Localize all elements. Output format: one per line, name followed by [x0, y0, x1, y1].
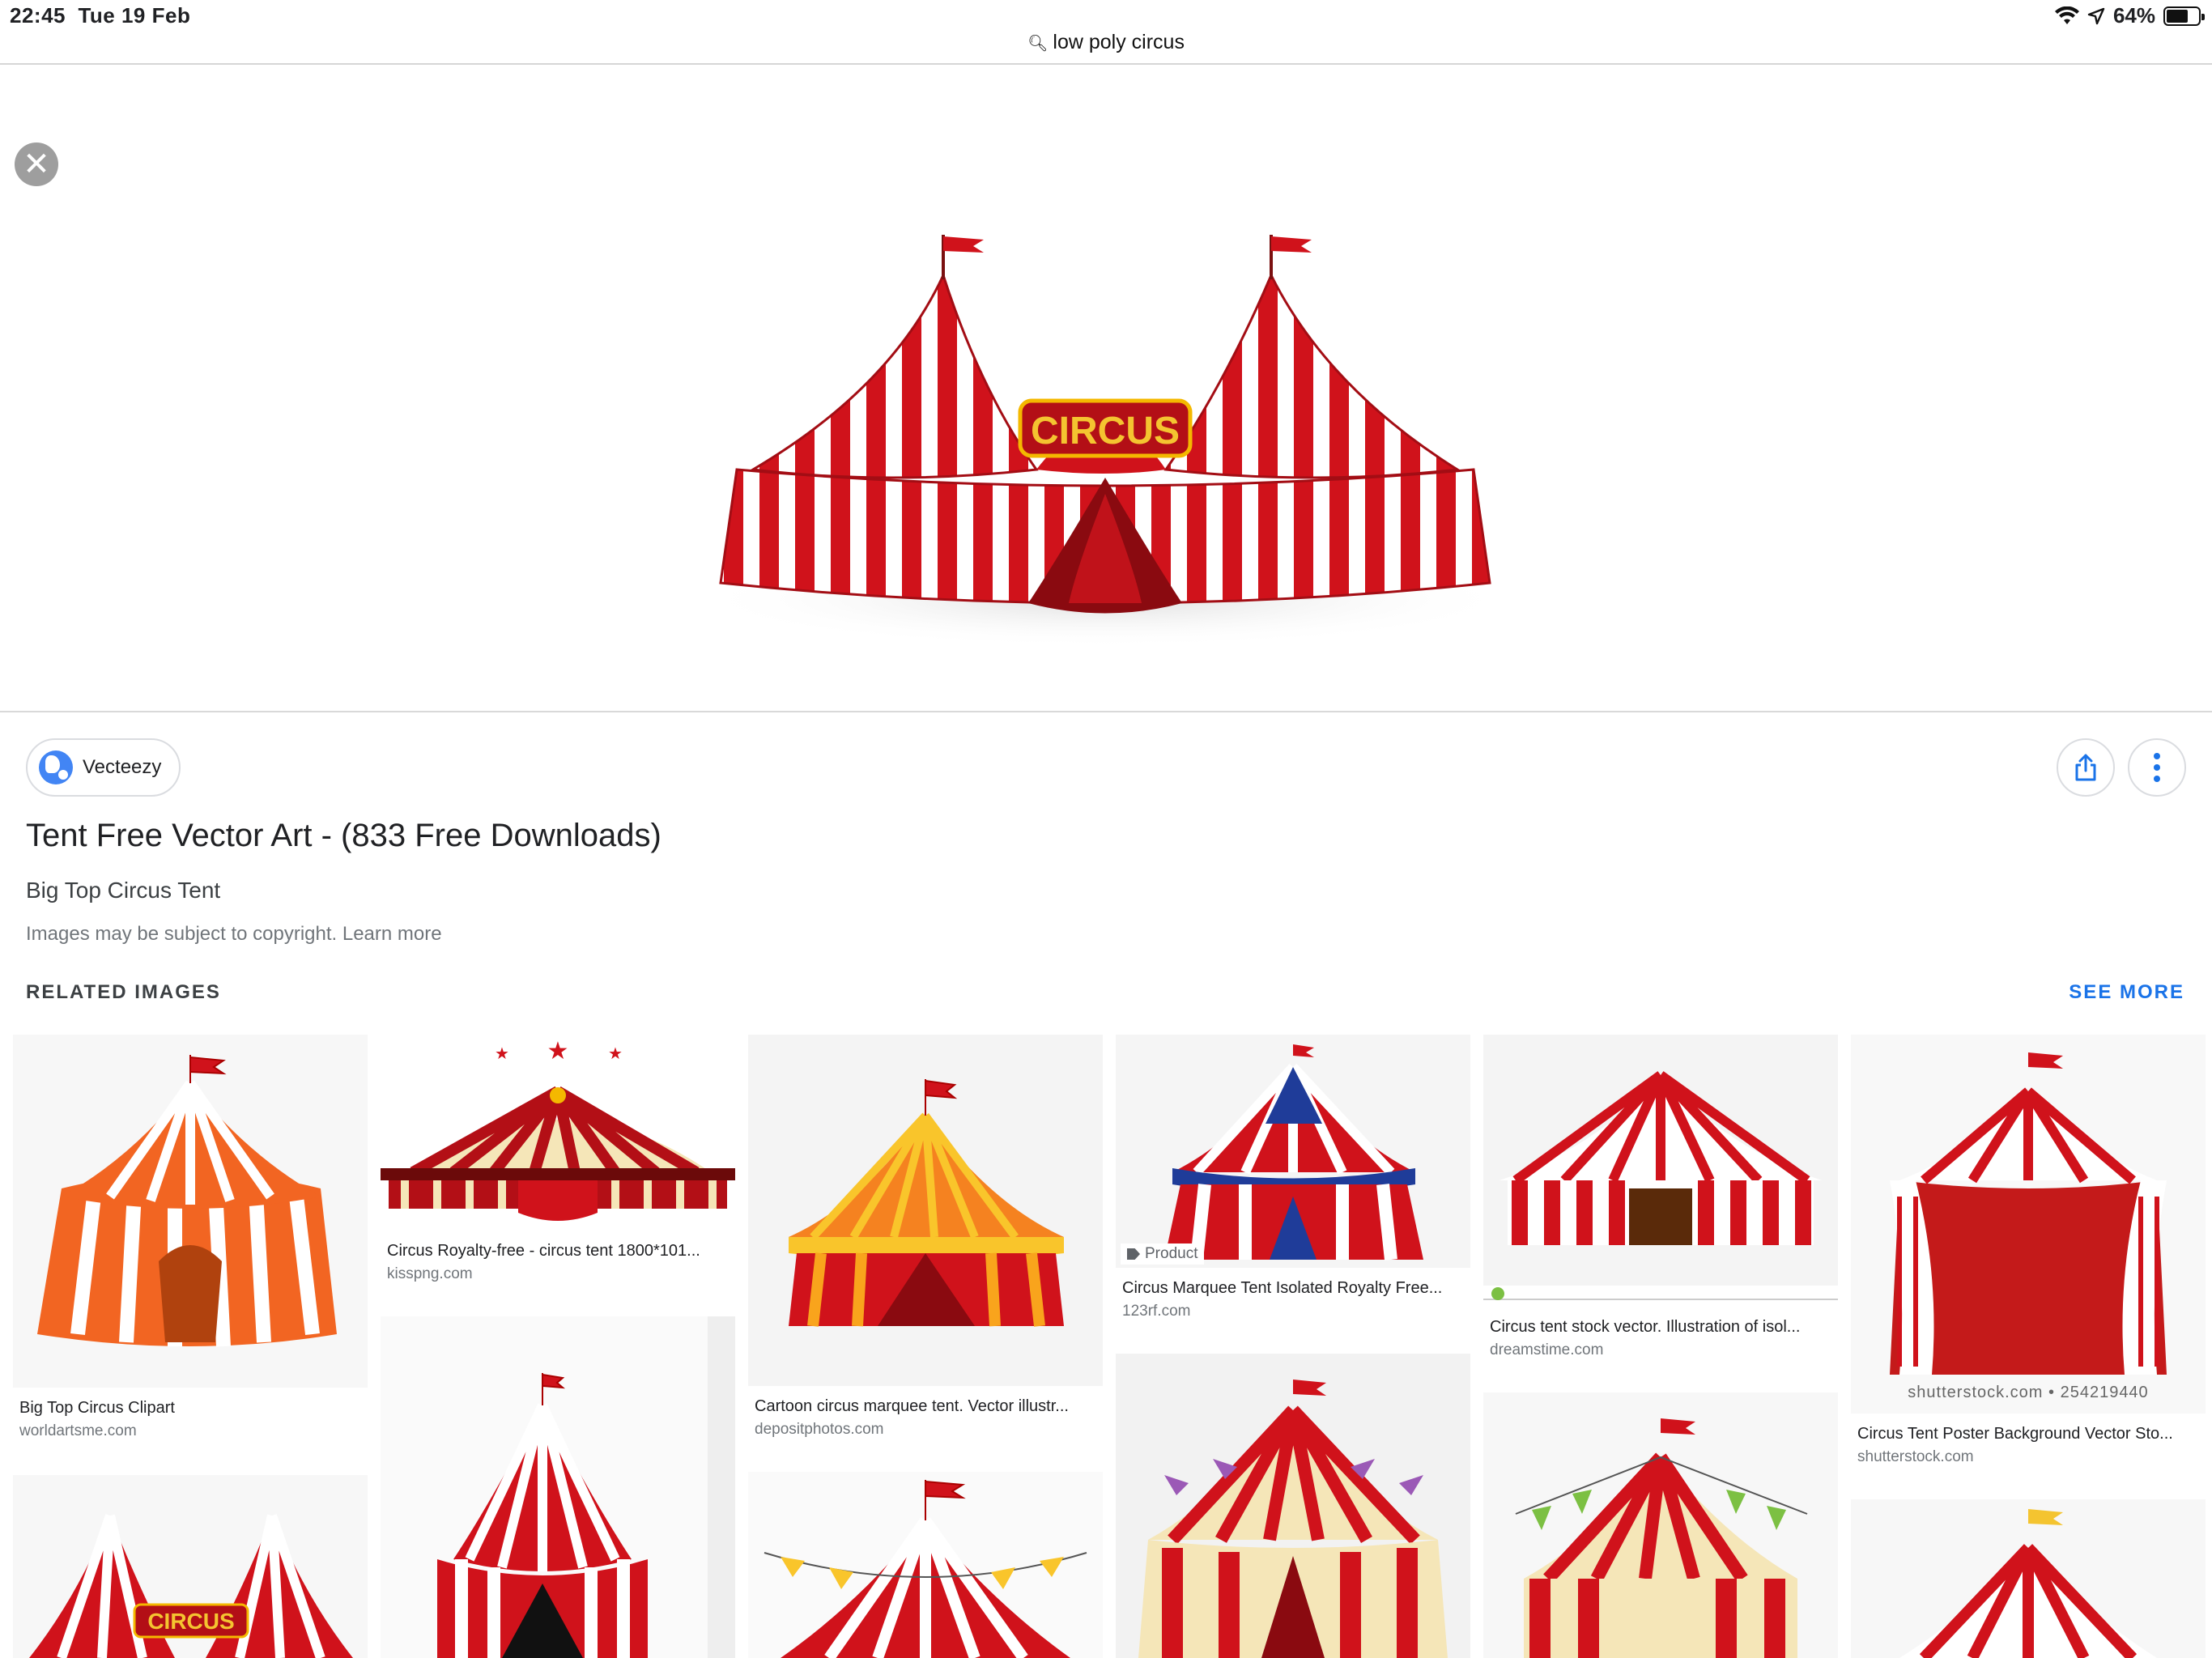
related-image-card[interactable]: Big Top Circus Clipart worldartsme.com — [13, 1035, 368, 1440]
result-subtitle: Big Top Circus Tent — [26, 878, 221, 903]
product-badge-label: Product — [1145, 1245, 1198, 1262]
svg-text:★: ★ — [547, 1038, 569, 1065]
circus-sign-text: CIRCUS — [1031, 410, 1180, 453]
related-sign-text: CIRCUS — [147, 1609, 234, 1634]
related-thumbnail — [1164, 1043, 1423, 1261]
related-image-card[interactable] — [748, 1472, 1103, 1658]
share-button[interactable] — [2057, 738, 2115, 797]
related-domain: 123rf.com — [1122, 1303, 1191, 1320]
battery-icon — [2163, 6, 2205, 26]
share-icon — [2075, 754, 2096, 781]
status-bar: 22:45 Tue 19 Feb 64% 🔍︎ low poly circus — [0, 0, 2212, 65]
related-image-card[interactable] — [381, 1316, 735, 1658]
related-thumbnail — [1138, 1378, 1448, 1658]
location-arrow-icon — [2087, 7, 2105, 24]
related-image-card[interactable] — [1851, 1499, 2206, 1658]
search-query: low poly circus — [1053, 31, 1185, 53]
svg-text:★: ★ — [608, 1045, 623, 1063]
related-thumbnail — [1515, 1417, 1808, 1658]
see-more-link[interactable]: SEE MORE — [2069, 981, 2184, 1004]
source-name: Vecteezy — [83, 756, 162, 778]
more-vert-icon — [2154, 753, 2160, 782]
related-image-card[interactable]: CIRCUS — [13, 1475, 368, 1658]
image-viewer: ✕ CIRCUS — [0, 65, 2212, 712]
related-domain: kisspng.com — [387, 1265, 473, 1282]
related-image-card[interactable] — [1116, 1354, 1470, 1658]
circus-tent-image[interactable]: CIRCUS — [688, 227, 1522, 696]
related-thumbnail — [789, 1079, 1064, 1327]
image-watermark: shutterstock.com • 254219440 — [1908, 1384, 2149, 1401]
related-image-card[interactable]: shutterstock.com • 254219440 Circus Tent… — [1851, 1035, 2206, 1466]
status-time: 22:45 — [10, 3, 66, 28]
status-time-date: 22:45 Tue 19 Feb — [10, 3, 190, 28]
wifi-icon — [2054, 6, 2079, 24]
related-caption: Circus Tent Poster Background Vector Sto… — [1857, 1425, 2173, 1443]
related-caption: Big Top Circus Clipart — [19, 1399, 175, 1417]
related-image-card[interactable]: ★ ★ ★ Circus Royalty-free - circus tent … — [381, 1035, 735, 1283]
related-thumbnail: CIRCUS — [29, 1514, 353, 1658]
more-options-button[interactable] — [2128, 738, 2186, 797]
related-image-card[interactable] — [1483, 1392, 1838, 1658]
close-viewer-button[interactable]: ✕ — [15, 142, 58, 186]
related-domain: shutterstock.com — [1857, 1448, 1974, 1465]
related-thumbnail — [1483, 1071, 1838, 1307]
related-image-card[interactable]: Product Circus Marquee Tent Isolated Roy… — [1116, 1035, 1470, 1320]
tag-icon — [1127, 1248, 1140, 1260]
globe-icon — [39, 750, 73, 784]
related-caption: Cartoon circus marquee tent. Vector illu… — [755, 1397, 1069, 1415]
related-thumbnail: ★ ★ ★ — [381, 1038, 735, 1221]
svg-text:★: ★ — [495, 1045, 509, 1063]
product-badge: Product — [1121, 1244, 1205, 1265]
status-indicators: 64% — [2054, 3, 2205, 28]
related-thumbnail — [764, 1480, 1087, 1658]
related-domain: worldartsme.com — [19, 1422, 137, 1439]
copyright-notice[interactable]: Images may be subject to copyright. Lear… — [26, 923, 442, 946]
related-image-card[interactable]: Cartoon circus marquee tent. Vector illu… — [748, 1035, 1103, 1439]
battery-percentage: 64% — [2112, 3, 2155, 28]
address-bar[interactable]: 🔍︎ low poly circus — [0, 31, 2212, 54]
search-icon: 🔍︎ — [1027, 35, 1049, 53]
related-caption: Circus Marquee Tent Isolated Royalty Fre… — [1122, 1279, 1443, 1297]
related-thumbnail — [437, 1316, 735, 1658]
related-caption: Circus tent stock vector. Illustration o… — [1490, 1318, 1801, 1336]
related-domain: depositphotos.com — [755, 1421, 884, 1438]
related-thumbnail — [1890, 1051, 2167, 1375]
source-chip[interactable]: Vecteezy — [26, 738, 181, 797]
related-thumbnail — [1899, 1507, 2157, 1658]
related-images-heading: RELATED IMAGES — [26, 981, 221, 1003]
related-caption: Circus Royalty-free - circus tent 1800*1… — [387, 1242, 700, 1260]
related-image-card[interactable]: Circus tent stock vector. Illustration o… — [1483, 1035, 1838, 1359]
status-date: Tue 19 Feb — [78, 3, 191, 28]
related-domain: dreamstime.com — [1490, 1341, 1604, 1358]
close-icon: ✕ — [23, 147, 50, 182]
result-title[interactable]: Tent Free Vector Art - (833 Free Downloa… — [26, 818, 661, 854]
related-thumbnail — [37, 1055, 337, 1347]
